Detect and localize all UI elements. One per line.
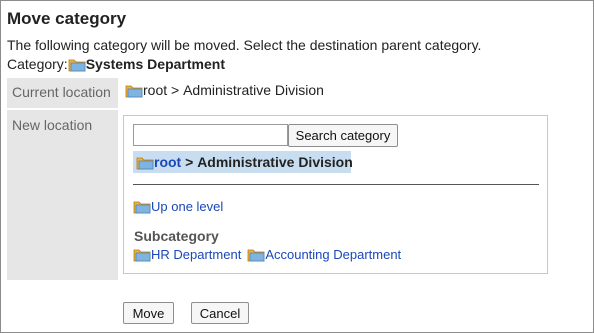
subcategory-item[interactable]: Accounting Department	[247, 247, 401, 262]
dialog-description: The following category will be moved. Se…	[7, 37, 482, 53]
up-one-level-link[interactable]: Up one level	[133, 199, 223, 214]
folder-icon	[68, 57, 86, 72]
current-location-label: Current location	[7, 78, 118, 108]
current-location-value: root > Administrative Division	[125, 82, 324, 98]
root-link[interactable]: root	[154, 154, 181, 170]
current-path: Administrative Division	[183, 82, 324, 98]
dialog-title: Move category	[7, 9, 127, 28]
cancel-button[interactable]: Cancel	[191, 302, 249, 324]
subcategory-heading: Subcategory	[134, 228, 219, 244]
move-button[interactable]: Move	[123, 302, 174, 324]
path-separator: >	[167, 82, 184, 98]
category-label: Category:	[7, 56, 68, 72]
search-category-button[interactable]: Search category	[288, 124, 398, 147]
folder-icon	[136, 155, 154, 170]
subcategory-label[interactable]: Accounting Department	[265, 247, 401, 262]
new-location-label: New location	[7, 110, 118, 280]
category-name: Systems Department	[85, 56, 225, 72]
category-picker-panel: Search category root > Administrative Di…	[123, 115, 548, 274]
search-input[interactable]	[133, 124, 288, 146]
selected-path: root > Administrative Division	[133, 151, 353, 173]
up-one-level-label[interactable]: Up one level	[151, 199, 223, 214]
path-separator: >	[181, 154, 198, 170]
folder-icon	[125, 83, 143, 98]
category-line: Category: Systems Department	[7, 56, 225, 72]
selected-path-name: Administrative Division	[197, 154, 353, 170]
subcategory-item[interactable]: HR Department	[133, 247, 241, 262]
folder-up-icon	[133, 199, 151, 214]
subcategory-list: HR Department Accounting Department	[133, 247, 407, 262]
current-root: root	[143, 82, 168, 98]
subcategory-label[interactable]: HR Department	[151, 247, 241, 262]
folder-icon	[133, 247, 151, 262]
folder-icon	[247, 247, 265, 262]
divider	[133, 184, 539, 185]
